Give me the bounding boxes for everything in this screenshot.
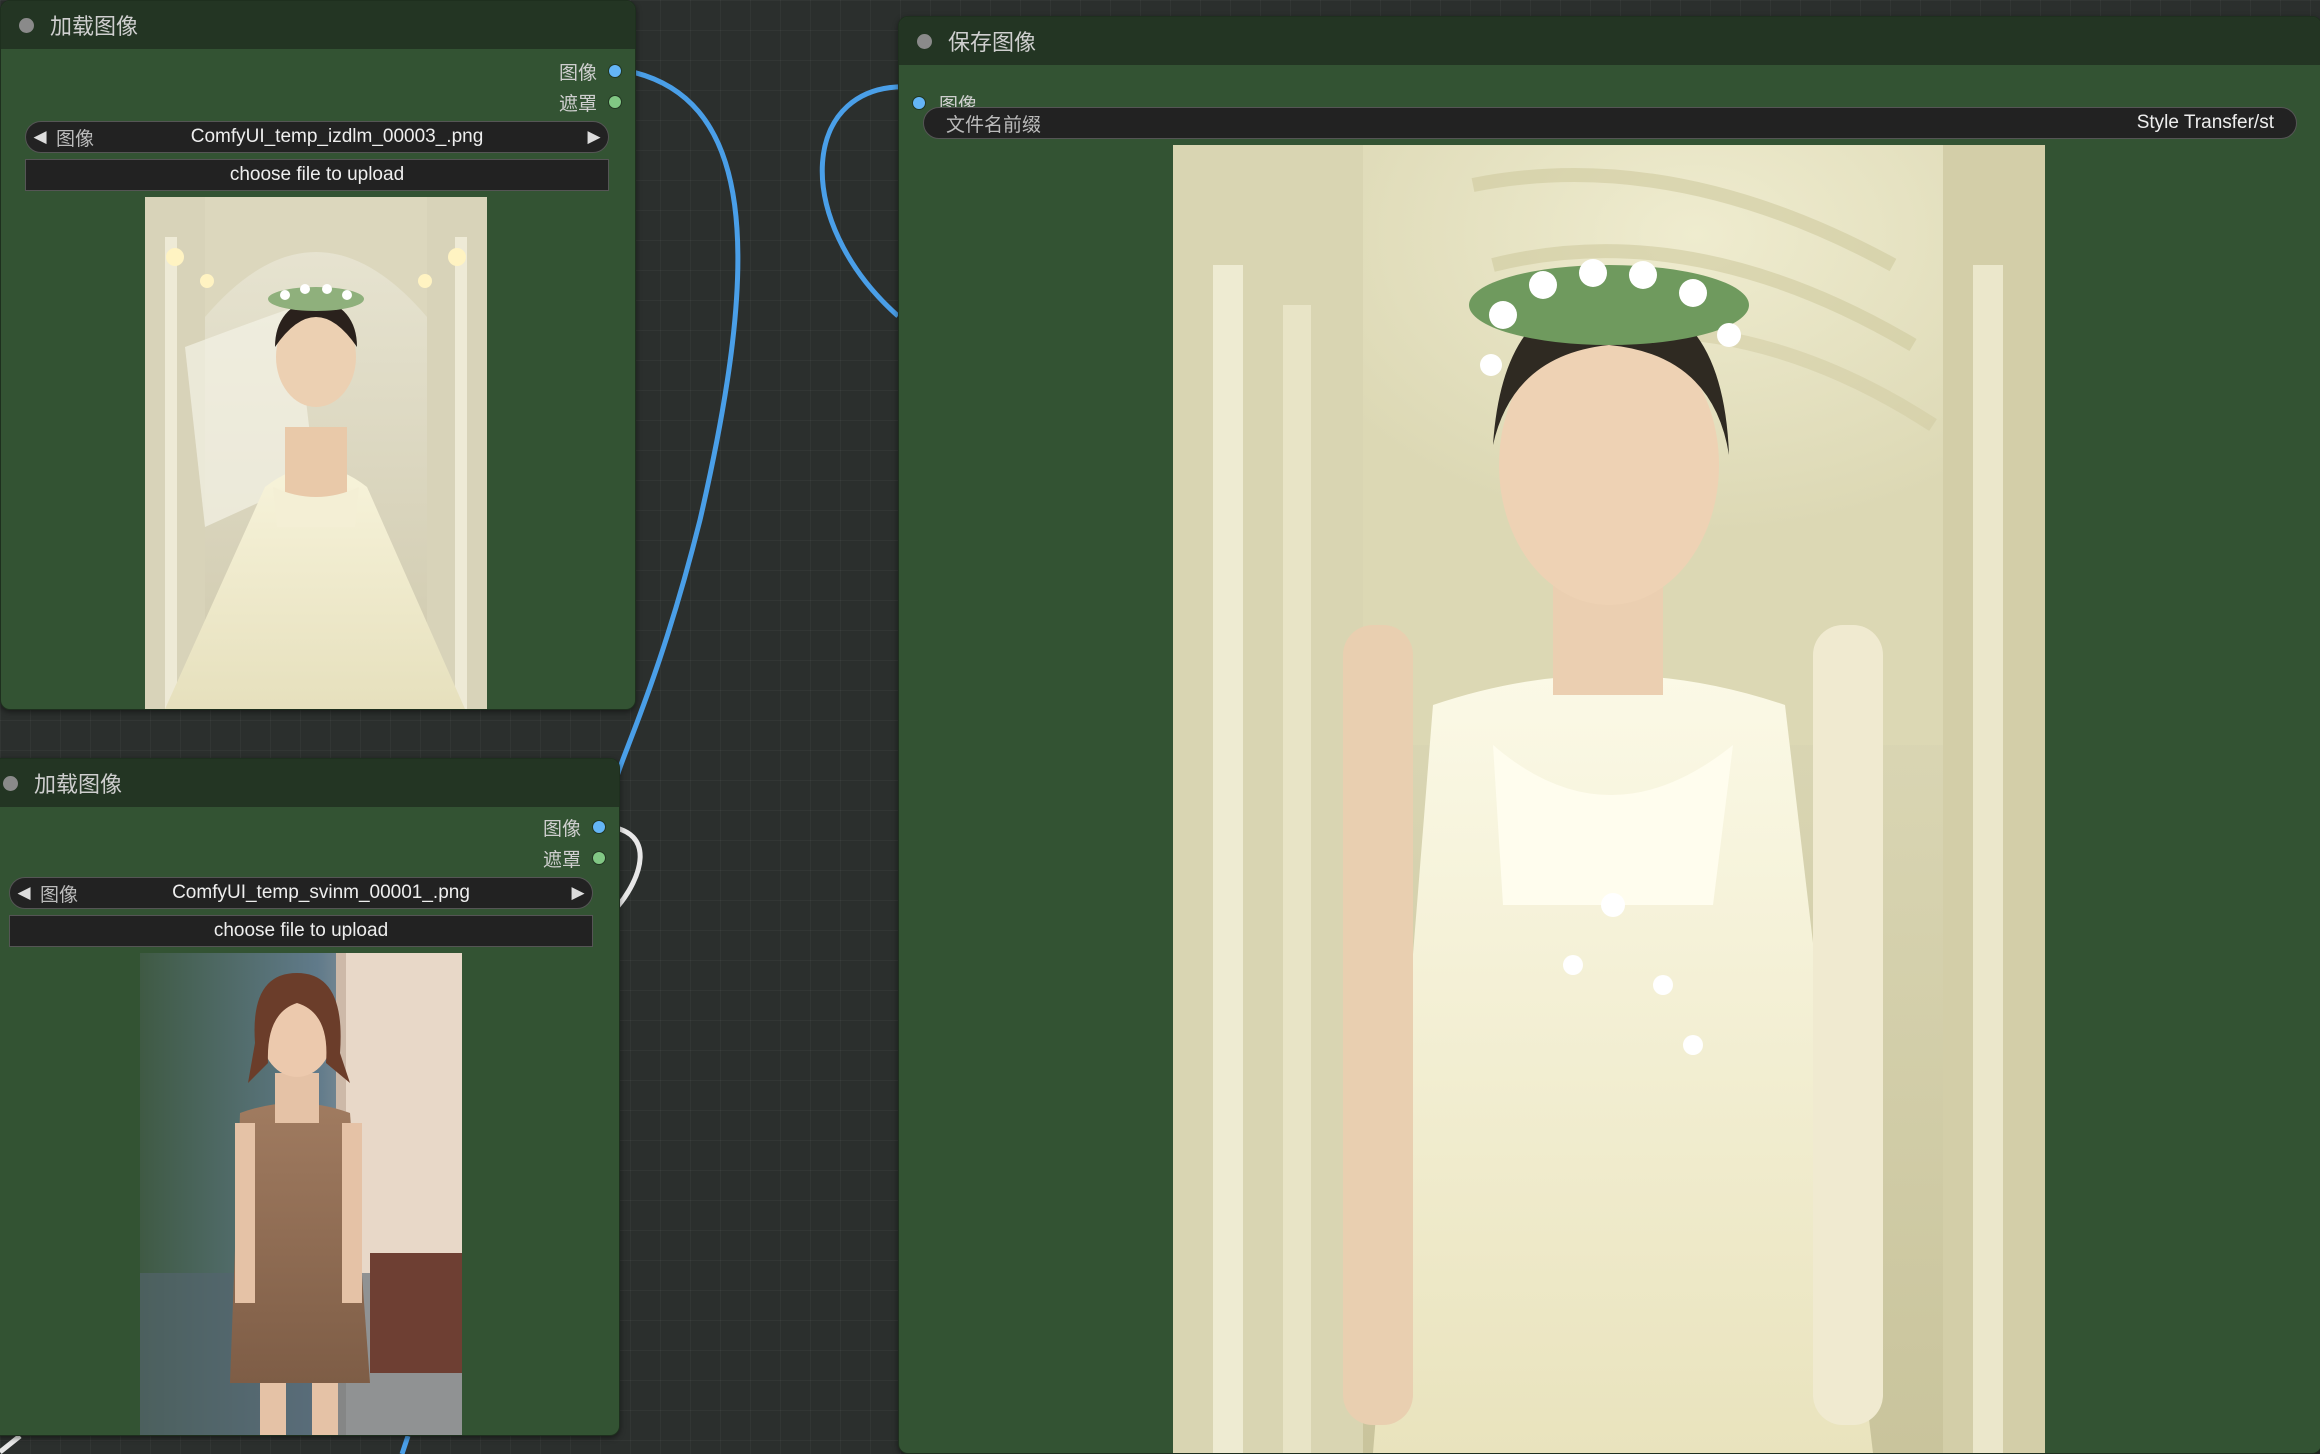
output-mask-label: 遮罩	[542, 849, 581, 871]
input-image-slot-icon[interactable]	[913, 97, 925, 109]
filename-prefix-value: Style Transfer/st	[2136, 112, 2274, 133]
output-image-slot-icon[interactable]	[609, 65, 621, 77]
combo-label: 图像	[40, 884, 79, 906]
collapse-dot-icon[interactable]	[19, 17, 34, 33]
filename-prefix-field[interactable]: 文件名前缀 Style Transfer/st	[923, 107, 2297, 139]
node-header[interactable]: 加载图像	[0, 759, 619, 807]
image-preview-bride-arcade	[145, 197, 487, 709]
node-header[interactable]: 加载图像	[1, 1, 635, 49]
wire-bottom-mid	[399, 1435, 411, 1454]
output-mask-label: 遮罩	[558, 93, 597, 115]
combo-prev-arrow-icon[interactable]: ◀	[26, 127, 54, 147]
upload-button[interactable]: choose file to upload	[9, 915, 593, 947]
output-image-preview-bride-style	[1173, 145, 2045, 1453]
node-title: 加载图像	[34, 772, 123, 797]
load-image-node-2[interactable]: 加载图像 图像 遮罩 ◀ 图像 ComfyUI_temp_svinm_00001…	[0, 758, 620, 1436]
node-header[interactable]: 保存图像	[899, 17, 2320, 65]
combo-label: 图像	[56, 128, 95, 150]
image-preview-woman-satin-dress	[140, 953, 462, 1435]
output-image-slot-icon[interactable]	[593, 821, 605, 833]
wire-bottom-left	[0, 1434, 22, 1454]
node-title: 加载图像	[50, 14, 139, 39]
combo-next-arrow-icon[interactable]: ▶	[564, 883, 592, 903]
combo-value: ComfyUI_temp_izdlm_00003_.png	[190, 126, 484, 147]
output-mask-slot-icon[interactable]	[593, 852, 605, 864]
output-image[interactable]: 图像	[543, 813, 605, 841]
image-combo[interactable]: ◀ 图像 ComfyUI_temp_svinm_00001_.png ▶	[9, 877, 593, 909]
combo-value: ComfyUI_temp_svinm_00001_.png	[172, 882, 470, 903]
image-combo[interactable]: ◀ 图像 ComfyUI_temp_izdlm_00003_.png ▶	[25, 121, 609, 153]
upload-button[interactable]: choose file to upload	[25, 159, 609, 191]
output-mask-slot-icon[interactable]	[609, 96, 621, 108]
combo-next-arrow-icon[interactable]: ▶	[580, 127, 608, 147]
collapse-dot-icon[interactable]	[3, 775, 18, 791]
load-image-node-1[interactable]: 加载图像 图像 遮罩 ◀ 图像 ComfyUI_temp_izdlm_00003…	[0, 0, 636, 710]
filename-prefix-label: 文件名前缀	[946, 114, 1042, 136]
output-image-label: 图像	[542, 818, 581, 840]
combo-prev-arrow-icon[interactable]: ◀	[10, 883, 38, 903]
output-image-label: 图像	[558, 62, 597, 84]
node-title: 保存图像	[948, 30, 1037, 55]
save-image-node[interactable]: 保存图像 图像 文件名前缀 Style Transfer/st	[898, 16, 2320, 1454]
output-mask[interactable]: 遮罩	[543, 844, 605, 872]
collapse-dot-icon[interactable]	[917, 33, 932, 49]
output-image[interactable]: 图像	[559, 57, 621, 85]
output-mask[interactable]: 遮罩	[559, 88, 621, 116]
